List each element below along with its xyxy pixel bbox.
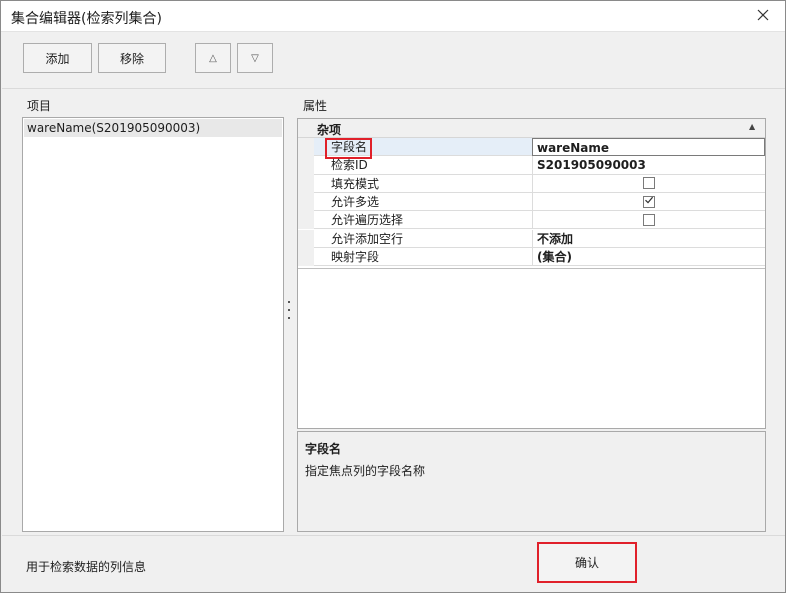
triangle-up-icon: △	[209, 52, 217, 64]
footer: 用于检索数据的列信息	[2, 535, 785, 592]
footer-info-text: 用于检索数据的列信息	[26, 560, 147, 574]
property-row-traverse-select[interactable]: 允许遍历选择	[298, 211, 765, 230]
checkmark-icon	[644, 195, 654, 208]
collection-editor-dialog: 集合编辑器(检索列集合) 添加 移除 △ ▽ 项目 属性 wareName(S2…	[0, 0, 786, 593]
properties-header: 属性	[303, 99, 328, 113]
property-row-multi-select[interactable]: 允许多选	[298, 192, 765, 212]
description-title: 字段名	[305, 442, 342, 456]
category-label: 杂项	[317, 123, 342, 137]
list-item[interactable]: wareName(S201905090003)	[24, 119, 282, 137]
property-grid: 杂项 ▲ 字段名 wareName 检索ID S201905090003 填充模…	[297, 118, 766, 429]
title-bar: 集合编辑器(检索列集合)	[1, 1, 785, 32]
add-button[interactable]: 添加	[23, 43, 92, 73]
window-title: 集合编辑器(检索列集合)	[11, 11, 162, 27]
property-name: 允许遍历选择	[314, 211, 532, 230]
category-row[interactable]: 杂项 ▲	[298, 119, 765, 138]
items-list[interactable]: wareName(S201905090003)	[22, 117, 284, 532]
toolbar: 添加 移除 △ ▽	[2, 32, 785, 89]
remove-button[interactable]: 移除	[98, 43, 166, 73]
move-up-button[interactable]: △	[195, 43, 231, 73]
property-value[interactable]: 不添加	[532, 229, 765, 248]
items-header: 项目	[27, 99, 52, 113]
property-value	[532, 174, 765, 193]
close-icon	[757, 9, 769, 24]
property-value-input[interactable]: wareName	[532, 138, 765, 157]
traverse-select-checkbox[interactable]	[643, 213, 655, 226]
property-name: 填充模式	[314, 175, 532, 193]
property-value	[532, 211, 765, 230]
collapse-icon[interactable]: ▲	[749, 122, 755, 131]
property-row-search-id[interactable]: 检索ID S201905090003	[298, 156, 765, 175]
triangle-down-icon: ▽	[251, 52, 259, 64]
property-row-fill-mode[interactable]: 填充模式	[298, 174, 765, 193]
property-value	[532, 192, 765, 212]
property-name: 映射字段	[314, 248, 532, 267]
close-button[interactable]	[746, 3, 780, 29]
property-name: 允许添加空行	[314, 230, 532, 248]
property-value[interactable]: S201905090003	[532, 156, 765, 175]
splitter-handle[interactable]	[287, 301, 291, 319]
property-value[interactable]: (集合)	[532, 247, 765, 267]
property-name: 允许多选	[314, 193, 532, 212]
ok-button[interactable]: 确认	[537, 542, 637, 583]
property-row-mapping-field[interactable]: 映射字段 (集合)	[298, 247, 765, 267]
property-row-allow-empty-row[interactable]: 允许添加空行 不添加	[298, 229, 765, 248]
property-name: 检索ID	[314, 156, 532, 175]
description-pane: 字段名 指定焦点列的字段名称	[297, 431, 766, 532]
multi-select-checkbox[interactable]	[643, 195, 655, 208]
grid-divider	[298, 268, 765, 269]
move-down-button[interactable]: ▽	[237, 43, 273, 73]
fill-mode-checkbox[interactable]	[643, 177, 655, 190]
description-text: 指定焦点列的字段名称	[305, 464, 426, 478]
